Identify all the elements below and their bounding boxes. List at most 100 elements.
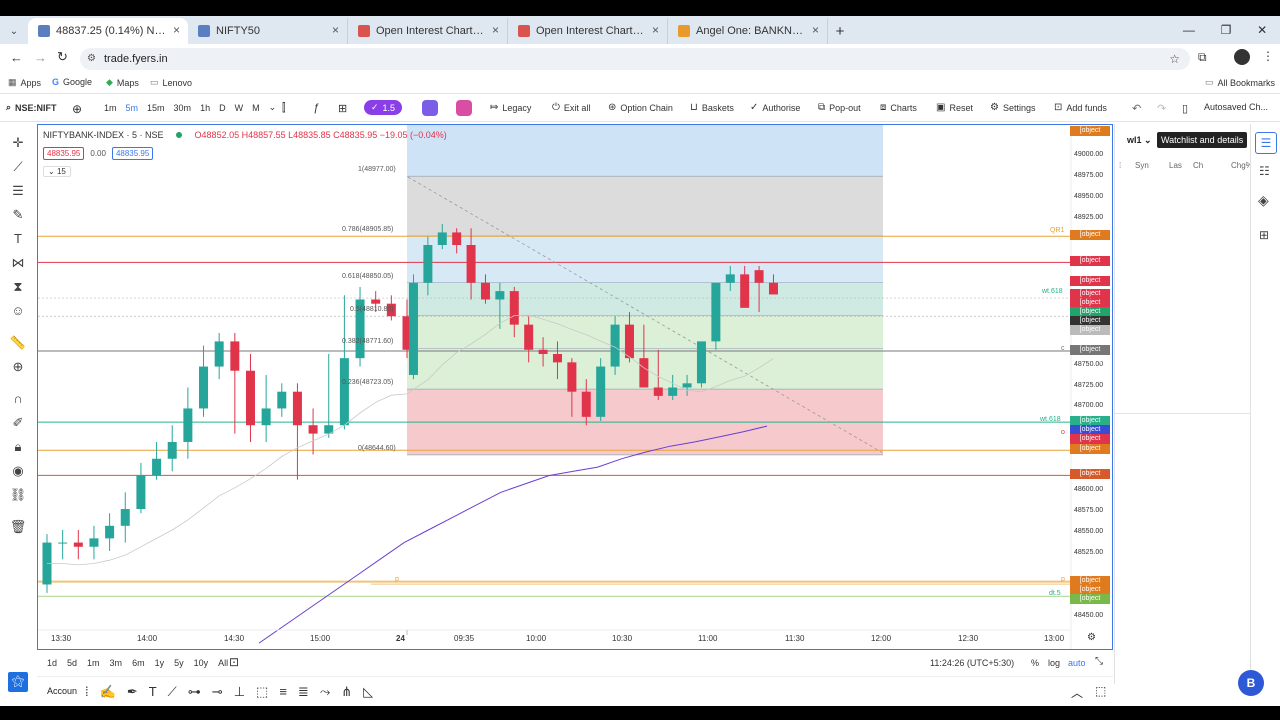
browser-tab[interactable]: 48837.25 (0.14%) NIFTYBANK-I × bbox=[28, 18, 188, 44]
column-header-las[interactable]: Las bbox=[1169, 161, 1182, 170]
collapse-icon[interactable]: ︿ bbox=[1071, 684, 1083, 701]
interval-M[interactable]: M bbox=[252, 103, 260, 113]
close-tab-icon[interactable]: × bbox=[812, 23, 819, 37]
path-draw-icon[interactable]: ⤳ bbox=[320, 684, 330, 700]
lock-icon[interactable]: 🔒︎ bbox=[9, 438, 27, 456]
crosshair-icon[interactable]: ✛ bbox=[9, 134, 27, 152]
indicators-icon[interactable]: ƒ bbox=[313, 102, 319, 114]
authorise-button[interactable]: ✓ Authorise bbox=[750, 102, 800, 113]
range-1y[interactable]: 1y bbox=[155, 658, 165, 668]
range-1m[interactable]: 1m bbox=[87, 658, 100, 668]
new-tab-button[interactable]: + bbox=[828, 18, 852, 44]
log-toggle[interactable]: log bbox=[1048, 658, 1060, 668]
browser-menu-icon[interactable]: ⋮ bbox=[1262, 49, 1274, 63]
ruler-icon[interactable]: 📏 bbox=[9, 334, 27, 352]
range-5d[interactable]: 5d bbox=[67, 658, 77, 668]
range-3m[interactable]: 3m bbox=[110, 658, 123, 668]
smiley-app-icon[interactable] bbox=[456, 100, 472, 116]
indicator-toggle[interactable]: ⌄ 15 bbox=[43, 166, 71, 177]
close-tab-icon[interactable]: × bbox=[492, 23, 499, 37]
autosaved-label[interactable]: Autosaved Ch... bbox=[1204, 102, 1268, 112]
range-10y[interactable]: 10y bbox=[194, 658, 209, 668]
column-header-syn[interactable]: Syn bbox=[1135, 161, 1149, 170]
bookmark-apps[interactable]: ▦ Apps bbox=[8, 77, 41, 88]
range-6m[interactable]: 6m bbox=[132, 658, 145, 668]
close-tab-icon[interactable]: × bbox=[173, 23, 180, 37]
percent-toggle[interactable]: % bbox=[1031, 658, 1039, 668]
fib-tool-icon[interactable]: ⧗ bbox=[9, 278, 27, 296]
auto-toggle[interactable]: auto bbox=[1068, 658, 1086, 668]
close-tab-icon[interactable]: × bbox=[332, 23, 339, 37]
sell-button[interactable]: 48835.95 bbox=[43, 147, 85, 160]
hline-draw-icon[interactable]: ⊶ bbox=[188, 684, 201, 700]
buy-button[interactable]: 48835.95 bbox=[111, 147, 154, 160]
chart-type-candles-icon[interactable]: ⫿ bbox=[282, 102, 286, 115]
interval-15m[interactable]: 15m bbox=[147, 103, 165, 113]
maximize-icon[interactable]: ⬚ bbox=[1095, 684, 1106, 698]
trash-icon[interactable]: 🗑︎ bbox=[9, 518, 27, 536]
pen-draw-icon[interactable]: ✒ bbox=[127, 684, 138, 700]
panel-toggle-icon[interactable]: ▯ bbox=[1182, 102, 1188, 115]
charts-button[interactable]: ⧈ Charts bbox=[880, 102, 917, 113]
browser-tab[interactable]: Open Interest Charts of NIFTY × bbox=[508, 18, 668, 44]
calendar-icon[interactable]: ⊡ bbox=[229, 655, 239, 669]
extensions-icon[interactable]: ⧉ bbox=[1198, 50, 1207, 65]
browser-tab[interactable]: Open Interest Charts of NIFTY × bbox=[348, 18, 508, 44]
text-draw-icon[interactable]: T bbox=[149, 684, 157, 700]
layout-grid-icon[interactable]: ⊞ bbox=[338, 102, 347, 115]
range-All[interactable]: All bbox=[218, 658, 228, 668]
brush-draw-icon[interactable]: ✍ bbox=[100, 684, 116, 700]
drag-handle-icon[interactable]: ⁞ bbox=[85, 684, 89, 700]
interval-D[interactable]: D bbox=[219, 103, 226, 113]
fyers-logo-icon[interactable]: ⚝ bbox=[8, 672, 28, 692]
forward-icon[interactable]: → bbox=[34, 50, 47, 65]
all-bookmarks[interactable]: ▭ All Bookmarks bbox=[1205, 77, 1275, 88]
pencil-lock-icon[interactable]: ✐ bbox=[9, 414, 27, 432]
emoji-icon[interactable]: ☺ bbox=[9, 302, 27, 320]
close-tab-icon[interactable]: × bbox=[652, 23, 659, 37]
trendline-icon[interactable]: ⟋ bbox=[9, 158, 27, 176]
bar-chart-app-icon[interactable] bbox=[422, 100, 438, 116]
apps-plus-icon[interactable]: ⊞ bbox=[1259, 228, 1269, 242]
line-draw-icon[interactable]: ⟋ bbox=[168, 684, 177, 700]
tab-search-chevron-icon[interactable]: ⌄ bbox=[0, 18, 28, 44]
settings-button[interactable]: ⚙ Settings bbox=[990, 102, 1036, 113]
range-5y[interactable]: 5y bbox=[174, 658, 184, 668]
pattern-icon[interactable]: ⋈ bbox=[9, 254, 27, 272]
chevron-down-icon[interactable]: ⌄ bbox=[269, 102, 277, 113]
eye-icon[interactable]: ◉ bbox=[9, 462, 27, 480]
profile-avatar[interactable] bbox=[1234, 49, 1250, 65]
interval-5m[interactable]: 5m bbox=[126, 103, 139, 113]
ray-draw-icon[interactable]: ⊸ bbox=[212, 684, 223, 700]
watchlist-icon[interactable]: ☰ bbox=[1255, 132, 1277, 154]
pop-out-button[interactable]: ⧉ Pop-out bbox=[818, 102, 861, 113]
range-1d[interactable]: 1d bbox=[47, 658, 57, 668]
fib-draw-icon[interactable]: ≣ bbox=[298, 684, 309, 700]
url-input[interactable]: ⚙ trade.fyers.in ☆ bbox=[80, 48, 1190, 70]
account-label[interactable]: Accoun bbox=[47, 686, 77, 696]
layers-icon[interactable]: ◈ bbox=[1258, 192, 1269, 209]
site-info-icon[interactable]: ⚙ bbox=[87, 48, 96, 70]
reload-icon[interactable]: ↻ bbox=[57, 49, 68, 65]
add-funds-button[interactable]: ⊡ Add funds bbox=[1054, 102, 1107, 113]
bookmark-google[interactable]: G Google bbox=[52, 77, 92, 87]
interval-1h[interactable]: 1h bbox=[200, 103, 210, 113]
exit-all-button[interactable]: ⏻ Exit all bbox=[552, 102, 590, 113]
bookmark-star-icon[interactable]: ☆ bbox=[1169, 48, 1180, 70]
legacy-button[interactable]: ⤇ Legacy bbox=[490, 102, 531, 113]
rect-draw-icon[interactable]: ⬚ bbox=[256, 684, 268, 700]
column-header-ch[interactable]: Ch bbox=[1193, 161, 1203, 170]
price-chart[interactable] bbox=[38, 125, 1112, 649]
browser-tab[interactable]: Angel One: BANKNIFTY (NFO) × bbox=[668, 18, 828, 44]
back-icon[interactable]: ← bbox=[10, 50, 23, 65]
minimize-icon[interactable]: — bbox=[1183, 23, 1195, 37]
pitchfork-draw-icon[interactable]: ⋔ bbox=[341, 684, 352, 700]
magnet-icon[interactable]: ∩ bbox=[9, 390, 27, 408]
watchlist-selector[interactable]: wl1 ⌄ bbox=[1127, 135, 1152, 146]
symbol-search[interactable]: ⌕ NSE:NIFT bbox=[6, 102, 57, 113]
baskets-button[interactable]: ⊔ Baskets bbox=[690, 102, 734, 113]
undo-icon[interactable]: ↶ bbox=[1132, 102, 1141, 115]
redo-icon[interactable]: ↷ bbox=[1157, 102, 1166, 115]
close-window-icon[interactable]: ✕ bbox=[1257, 23, 1267, 37]
bookmark-maps[interactable]: ◆ Maps bbox=[106, 77, 139, 88]
